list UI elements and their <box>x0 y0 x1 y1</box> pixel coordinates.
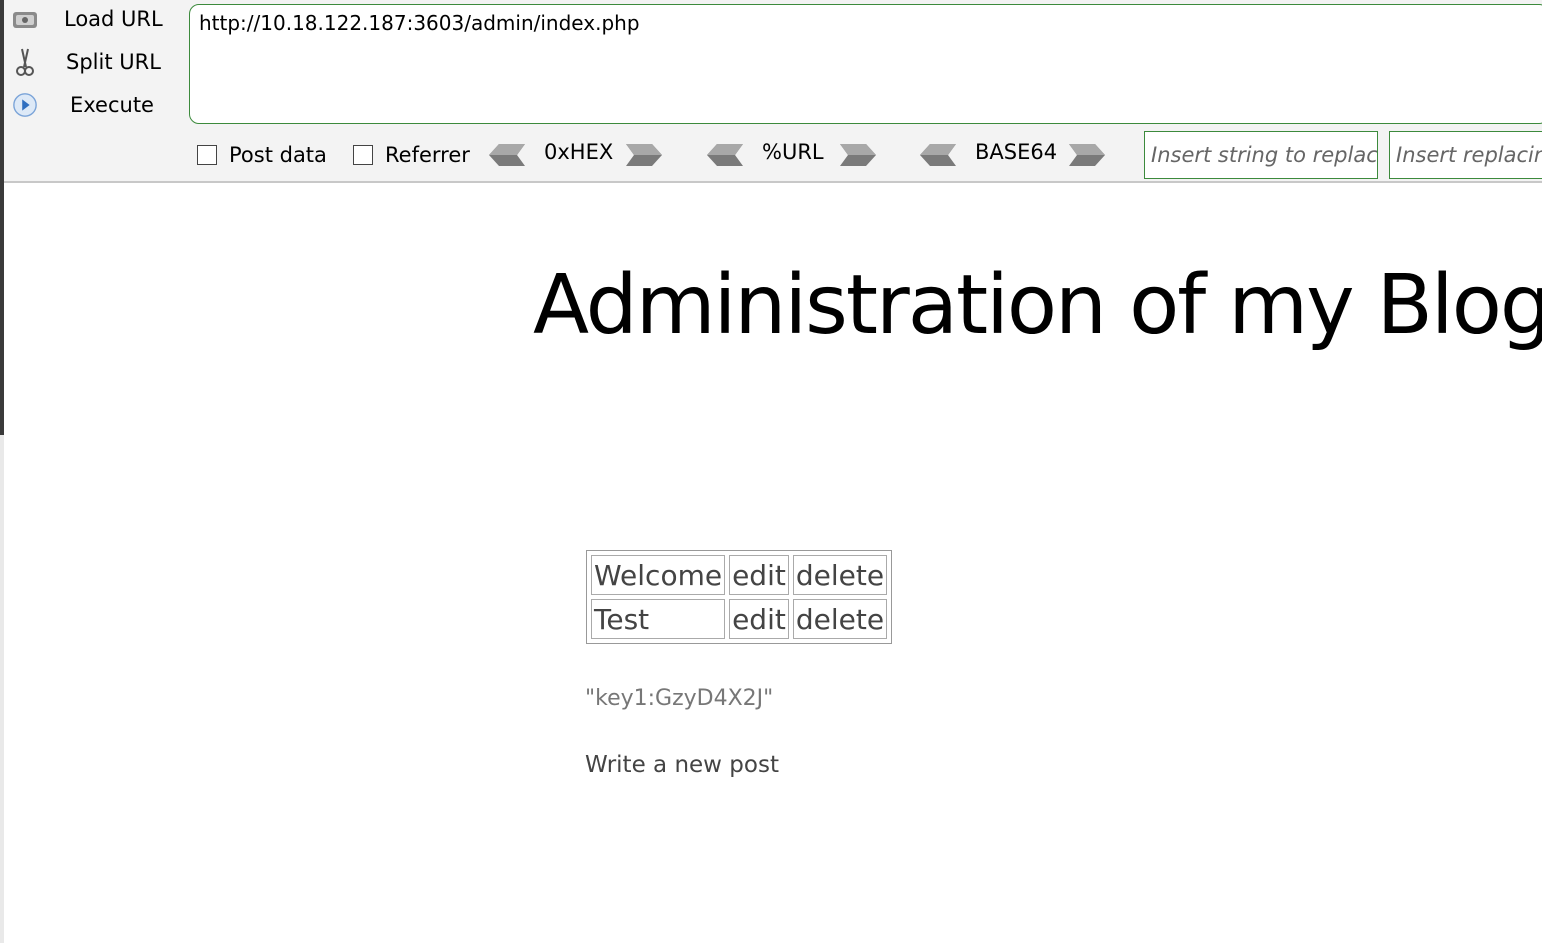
edit-link[interactable]: edit <box>729 555 789 595</box>
replace-string-input[interactable]: Insert string to replace <box>1144 131 1378 179</box>
replacing-string-input[interactable]: Insert replacing string <box>1389 131 1542 179</box>
table-row: Test edit delete <box>591 599 888 639</box>
execute-label: Execute <box>70 93 154 117</box>
url-textarea[interactable]: http://10.18.122.187:3603/admin/index.ph… <box>189 4 1542 124</box>
referrer-checkbox-box[interactable] <box>353 145 373 165</box>
page-title: Administration of my Blog <box>533 258 1542 353</box>
base64-encode-right-arrow-icon[interactable] <box>1067 140 1107 170</box>
split-url-label: Split URL <box>66 50 161 74</box>
play-icon <box>12 92 38 118</box>
replacing-string-placeholder: Insert replacing string <box>1396 143 1542 167</box>
hex-decode-left-arrow-icon[interactable] <box>487 140 527 170</box>
replace-string-placeholder: Insert string to replace <box>1151 143 1378 167</box>
base64-decode-left-arrow-icon[interactable] <box>918 140 958 170</box>
post-data-checkbox-box[interactable] <box>197 145 217 165</box>
hex-encode-right-arrow-icon[interactable] <box>624 140 664 170</box>
post-data-label: Post data <box>229 143 327 167</box>
posts-table: Welcome edit delete Test edit delete <box>586 550 893 644</box>
load-url-icon <box>12 6 38 32</box>
load-url-label: Load URL <box>64 7 163 31</box>
write-new-post-link[interactable]: Write a new post <box>585 752 779 778</box>
scissors-icon <box>12 48 38 76</box>
post-title: Test <box>591 599 726 639</box>
url-decode-left-arrow-icon[interactable] <box>705 140 745 170</box>
url-encode-right-arrow-icon[interactable] <box>838 140 878 170</box>
post-data-checkbox[interactable]: Post data <box>197 143 327 167</box>
base64-label: BASE64 <box>975 140 1058 164</box>
delete-link[interactable]: delete <box>792 555 888 595</box>
post-title: Welcome <box>591 555 726 595</box>
referrer-label: Referrer <box>385 143 470 167</box>
url-text: http://10.18.122.187:3603/admin/index.ph… <box>199 11 640 35</box>
edit-link[interactable]: edit <box>729 599 789 639</box>
key-text: "key1:GzyD4X2J" <box>585 686 774 711</box>
urlenc-label: %URL <box>762 140 824 164</box>
hackbar-toolbar: Load URL Split URL Execute http://10.18.… <box>4 0 1542 183</box>
hex-label: 0xHEX <box>544 140 614 164</box>
table-row: Welcome edit delete <box>591 555 888 595</box>
referrer-checkbox[interactable]: Referrer <box>353 143 470 167</box>
delete-link[interactable]: delete <box>792 599 888 639</box>
